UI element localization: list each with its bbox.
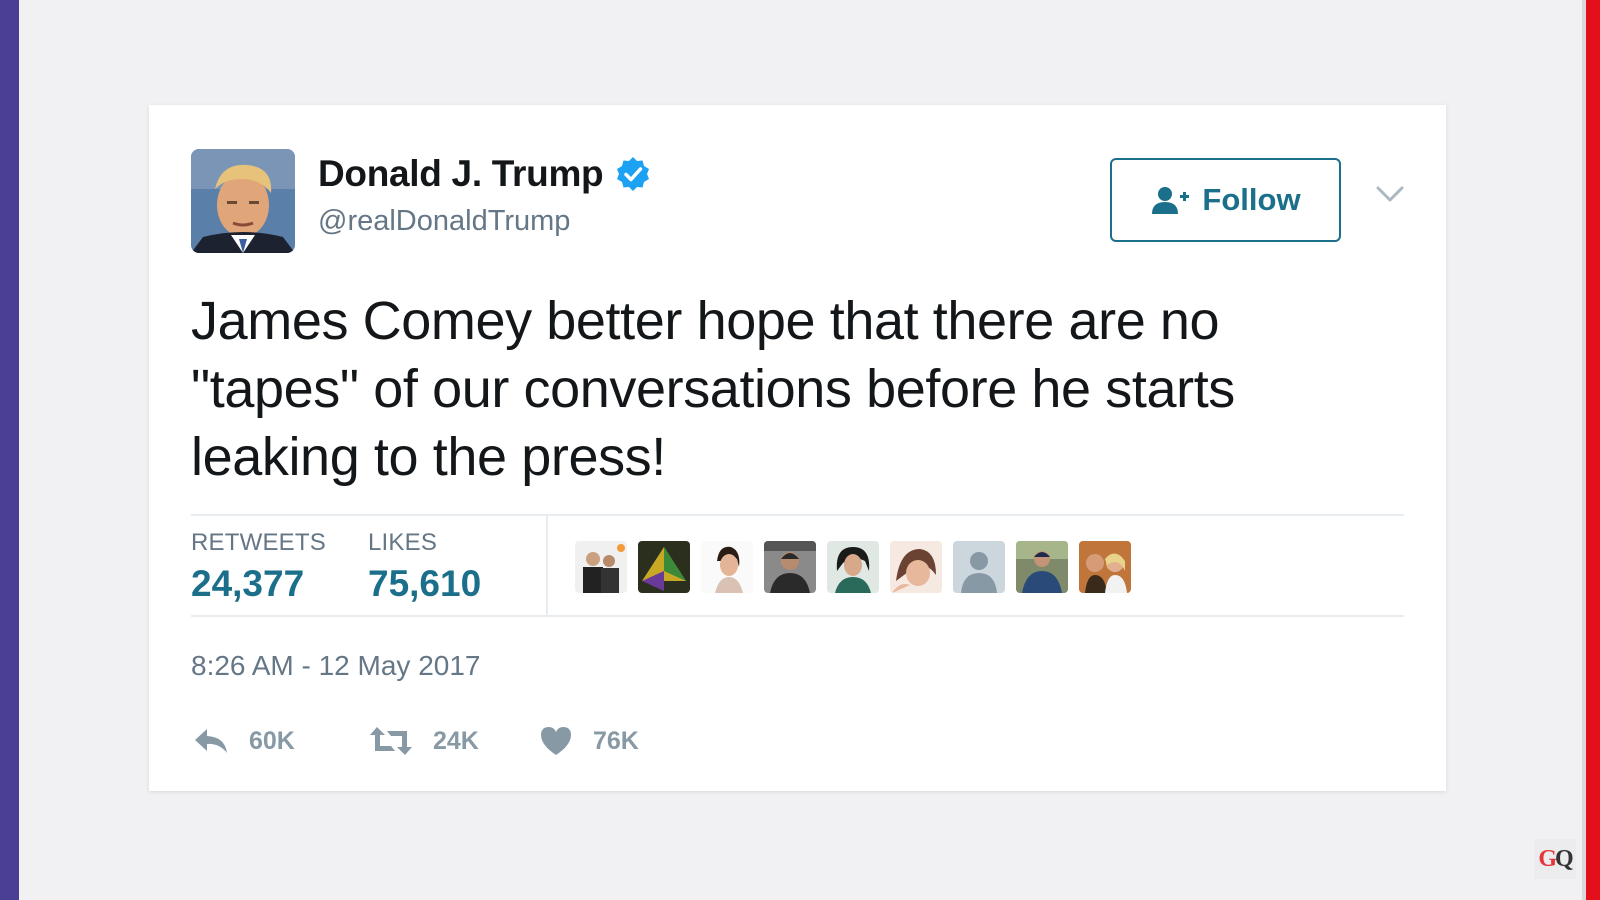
stats-divider-bottom xyxy=(191,615,1404,617)
author-handle[interactable]: @realDonaldTrump xyxy=(318,205,570,238)
heart-icon xyxy=(541,727,571,755)
left-border-bar xyxy=(0,0,19,900)
liker-avatar[interactable] xyxy=(764,541,816,593)
like-action[interactable]: 76K xyxy=(539,725,639,757)
liker-avatar[interactable] xyxy=(890,541,942,593)
likes-value: 75,610 xyxy=(368,563,482,604)
liker-avatars xyxy=(575,541,1142,593)
stats-divider-vertical xyxy=(546,515,548,615)
liker-avatar[interactable] xyxy=(638,541,690,593)
stats-divider-top xyxy=(191,514,1404,516)
retweets-label: RETWEETS xyxy=(191,529,326,556)
author-name-row: Donald J. Trump xyxy=(318,153,651,195)
liker-avatar[interactable] xyxy=(701,541,753,593)
follow-button-label: Follow xyxy=(1202,182,1301,217)
gq-logo: GQ xyxy=(1534,839,1576,879)
liker-avatar[interactable] xyxy=(1016,541,1068,593)
add-user-icon xyxy=(1152,187,1190,214)
follow-button[interactable]: Follow xyxy=(1110,158,1341,242)
right-border-bar xyxy=(1586,0,1600,900)
reply-count: 60K xyxy=(249,726,295,755)
retweet-icon xyxy=(370,727,412,755)
liker-avatar[interactable] xyxy=(953,541,1005,593)
liker-avatar[interactable] xyxy=(1079,541,1131,593)
verified-badge-icon xyxy=(617,157,650,191)
retweet-count: 24K xyxy=(433,726,479,755)
liker-avatar[interactable] xyxy=(575,541,627,593)
author-name[interactable]: Donald J. Trump xyxy=(318,153,604,195)
likes-label: LIKES xyxy=(368,529,438,556)
gq-logo-q: Q xyxy=(1555,845,1574,872)
like-count: 76K xyxy=(593,726,639,755)
tweet-card: Donald J. Trump @realDonaldTrump Follow … xyxy=(149,105,1446,791)
liker-avatar[interactable] xyxy=(827,541,879,593)
chevron-down-icon[interactable] xyxy=(1375,183,1405,205)
reply-action[interactable]: 60K xyxy=(193,725,295,757)
author-avatar[interactable] xyxy=(191,149,295,253)
retweets-value: 24,377 xyxy=(191,563,305,604)
gq-logo-g: G xyxy=(1538,845,1557,872)
tweet-timestamp[interactable]: 8:26 AM - 12 May 2017 xyxy=(191,650,481,682)
likes-stat[interactable]: LIKES 75,610 xyxy=(368,529,481,605)
reply-icon xyxy=(195,729,227,753)
retweet-action[interactable]: 24K xyxy=(369,725,479,757)
tweet-text: James Comey better hope that there are n… xyxy=(191,291,1235,487)
retweets-stat[interactable]: RETWEETS 24,377 xyxy=(191,529,326,605)
